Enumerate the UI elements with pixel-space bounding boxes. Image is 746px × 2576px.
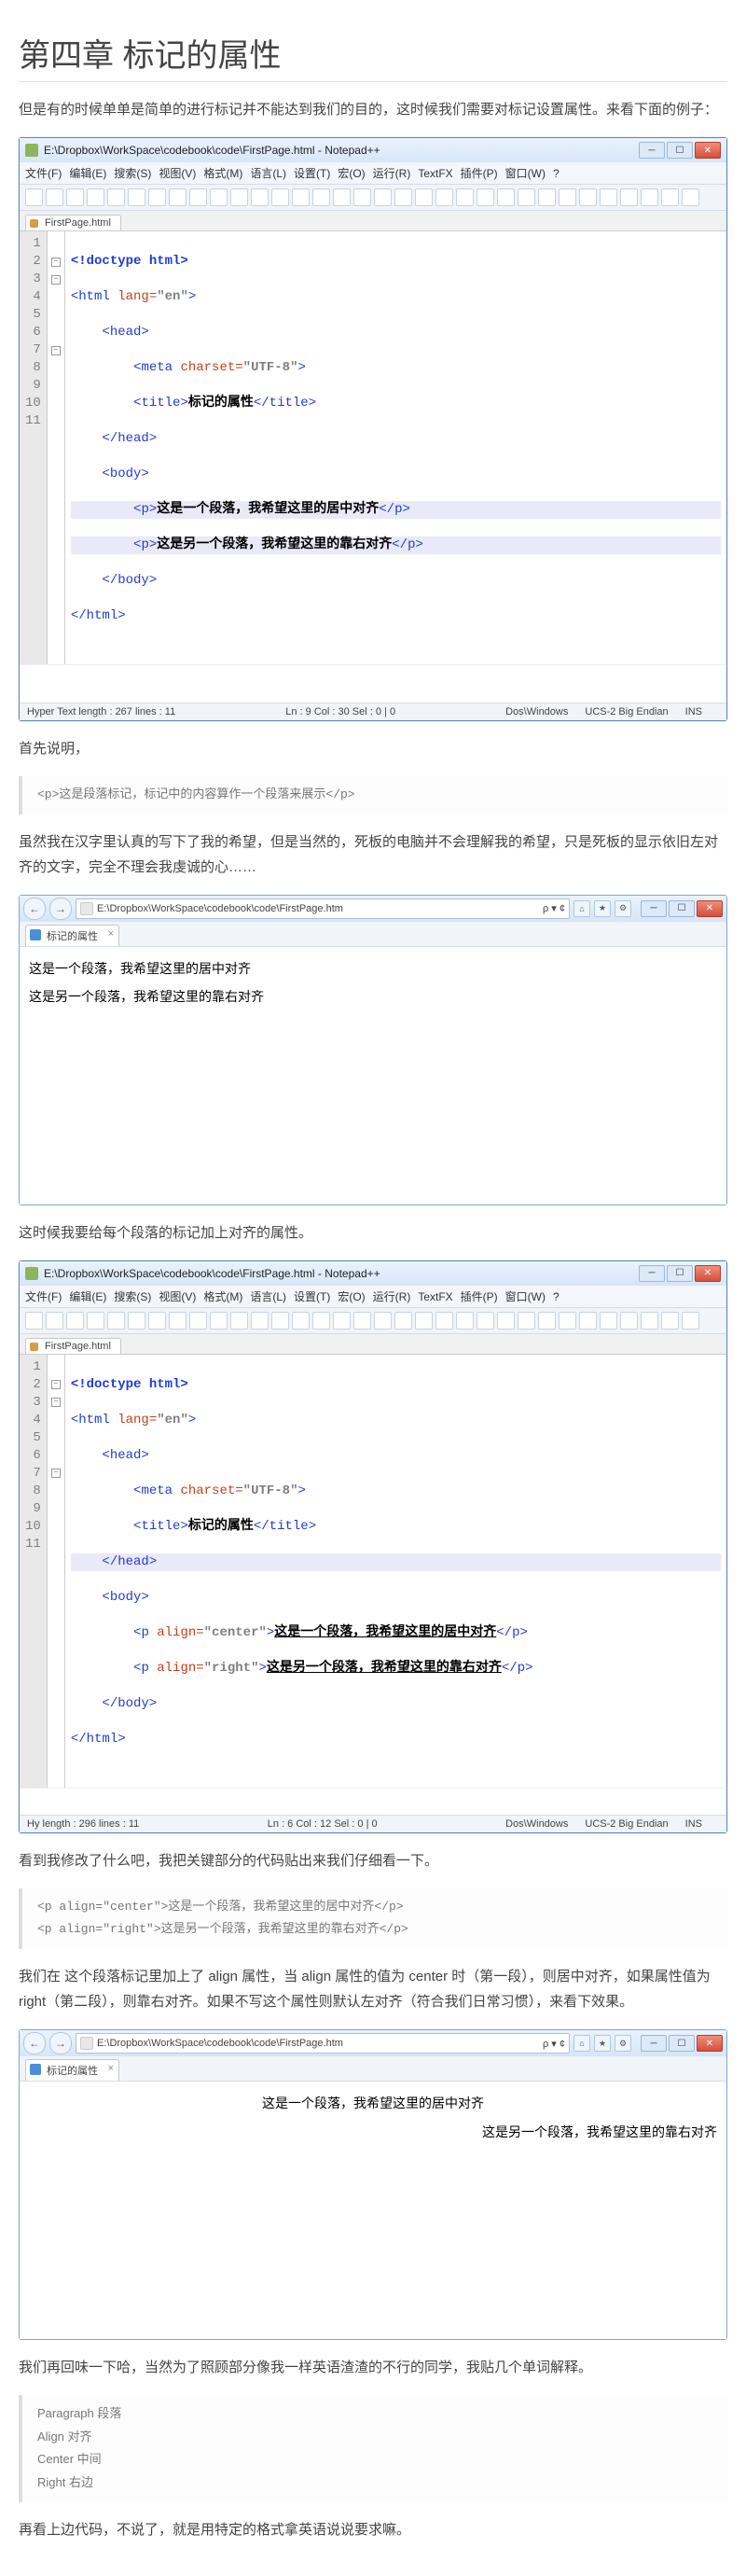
- maximize-button[interactable]: ☐: [669, 900, 695, 917]
- line-gutter: 1234567891011: [20, 1355, 48, 1788]
- minimize-button[interactable]: ─: [639, 1265, 665, 1282]
- rendered-p2-right: 这是另一个段落，我希望这里的靠右对齐: [29, 2122, 717, 2147]
- minimize-button[interactable]: ─: [641, 900, 667, 917]
- maximize-button[interactable]: ☐: [667, 1265, 693, 1282]
- toolbar-icon[interactable]: [25, 188, 43, 206]
- text-explain: 我们在 这个段落标记里加上了 align 属性，当 align 属性的值为 ce…: [19, 1964, 727, 2014]
- text-need-attr: 这时候我要给每个段落的标记加上对齐的属性。: [19, 1220, 727, 1246]
- intro-paragraph: 但是有的时候单单是简单的进行标记并不能达到我们的目的，这时候我们需要对标记设置属…: [19, 97, 727, 122]
- tabstrip[interactable]: FirstPage.html: [20, 1334, 726, 1355]
- close-button[interactable]: ✕: [695, 142, 721, 159]
- favorites-icon[interactable]: ★: [594, 2035, 611, 2052]
- home-icon[interactable]: ⌂: [573, 900, 590, 917]
- rendered-p1-center: 这是一个段落，我希望这里的居中对齐: [29, 2093, 717, 2118]
- page-title: 第四章 标记的属性: [19, 30, 727, 82]
- code-snippet-2: <p align="center">这是一个段落，我希望这里的居中对齐</p> …: [19, 1888, 727, 1949]
- forward-button[interactable]: →: [49, 898, 72, 920]
- statusbar: Hyper Text length : 267 lines : 11 Ln : …: [20, 703, 726, 720]
- close-tab-icon[interactable]: ×: [108, 2063, 114, 2074]
- menubar[interactable]: 文件(F)编辑(E)搜索(S)视图(V)格式(M)语言(L)设置(T)宏(O)运…: [20, 162, 726, 185]
- ie-window-1: ← → E:\Dropbox\WorkSpace\codebook\code\F…: [19, 895, 727, 1205]
- toolbar[interactable]: [20, 1308, 726, 1334]
- code-editor[interactable]: 1234567891011 −−− <!doctype html> <html …: [20, 231, 726, 664]
- back-button[interactable]: ←: [23, 2032, 46, 2054]
- close-button[interactable]: ✕: [695, 1265, 721, 1282]
- ie-window-2: ← → E:\Dropbox\WorkSpace\codebook\code\F…: [19, 2029, 727, 2340]
- gear-icon[interactable]: ⚙: [615, 2035, 631, 2052]
- rendered-p2: 这是另一个段落，我希望这里的靠右对齐: [29, 986, 717, 1011]
- maximize-button[interactable]: ☐: [669, 2035, 695, 2052]
- page-icon: [80, 902, 93, 915]
- minimize-button[interactable]: ─: [639, 142, 665, 159]
- favorites-icon[interactable]: ★: [594, 900, 611, 917]
- search-hint: ρ ▾ ¢: [543, 2038, 565, 2050]
- address-bar[interactable]: E:\Dropbox\WorkSpace\codebook\code\First…: [76, 898, 570, 919]
- text-first-explain: 首先说明，: [19, 736, 727, 761]
- gear-icon[interactable]: ⚙: [615, 900, 631, 917]
- file-tab[interactable]: FirstPage.html: [25, 215, 121, 230]
- text-review: 我们再回味一下哈，当然为了照顾部分像我一样英语渣渣的不行的同学，我贴几个单词解释…: [19, 2355, 727, 2380]
- line-gutter: 1234567891011: [20, 231, 48, 664]
- tabstrip[interactable]: FirstPage.html: [20, 211, 726, 231]
- page-viewport: 这是一个段落，我希望这里的居中对齐 这是另一个段落，我希望这里的靠右对齐: [20, 947, 726, 1204]
- vocabulary-block: Paragraph 段落 Align 对齐 Center 中间 Right 右边: [19, 2395, 727, 2502]
- window-title-text: E:\Dropbox\WorkSpace\codebook\code\First…: [44, 144, 639, 157]
- search-hint: ρ ▾ ¢: [543, 902, 565, 914]
- code-snippet-1: <p>这是段落标记，标记中的内容算作一个段落来展示</p>: [19, 776, 727, 815]
- rendered-p1: 这是一个段落，我希望这里的居中对齐: [29, 958, 717, 983]
- app-icon: [25, 1267, 38, 1280]
- address-bar[interactable]: E:\Dropbox\WorkSpace\codebook\code\First…: [76, 2033, 570, 2054]
- minimize-button[interactable]: ─: [641, 2035, 667, 2052]
- back-button[interactable]: ←: [23, 898, 46, 920]
- window-title-text: E:\Dropbox\WorkSpace\codebook\code\First…: [44, 1267, 639, 1280]
- app-icon: [25, 144, 38, 157]
- close-button[interactable]: ✕: [697, 900, 723, 917]
- maximize-button[interactable]: ☐: [667, 142, 693, 159]
- fold-gutter[interactable]: −−−: [48, 1355, 65, 1788]
- forward-button[interactable]: →: [49, 2032, 72, 2054]
- text-wish: 虽然我在汉字里认真的写下了我的希望，但是当然的，死板的电脑并不会理解我的希望，只…: [19, 829, 727, 880]
- page-icon: [80, 2037, 93, 2050]
- browser-tab[interactable]: 标记的属性×: [25, 2059, 119, 2081]
- close-tab-icon[interactable]: ×: [108, 928, 114, 940]
- fold-gutter[interactable]: −−−: [48, 231, 65, 664]
- browser-tab[interactable]: 标记的属性×: [25, 925, 119, 946]
- text-see-change: 看到我修改了什么吧，我把关键部分的代码贴出来我们仔细看一下。: [19, 1848, 727, 1873]
- notepadpp-window-2: E:\Dropbox\WorkSpace\codebook\code\First…: [19, 1260, 727, 1833]
- code-source[interactable]: <!doctype html> <html lang="en"> <head> …: [65, 1355, 726, 1788]
- code-editor[interactable]: 1234567891011 −−− <!doctype html> <html …: [20, 1355, 726, 1788]
- notepadpp-window-1: E:\Dropbox\WorkSpace\codebook\code\First…: [19, 137, 727, 721]
- close-button[interactable]: ✕: [697, 2035, 723, 2052]
- toolbar[interactable]: [20, 185, 726, 211]
- statusbar: Hy length : 296 lines : 11 Ln : 6 Col : …: [20, 1815, 726, 1832]
- menubar[interactable]: 文件(F)编辑(E)搜索(S)视图(V)格式(M)语言(L)设置(T)宏(O)运…: [20, 1286, 726, 1308]
- text-end: 再看上边代码，不说了，就是用特定的格式拿英语说说要求嘛。: [19, 2517, 727, 2542]
- home-icon[interactable]: ⌂: [573, 2035, 590, 2052]
- code-source[interactable]: <!doctype html> <html lang="en"> <head> …: [65, 231, 726, 664]
- file-tab[interactable]: FirstPage.html: [25, 1338, 121, 1354]
- page-viewport: 这是一个段落，我希望这里的居中对齐 这是另一个段落，我希望这里的靠右对齐: [20, 2082, 726, 2339]
